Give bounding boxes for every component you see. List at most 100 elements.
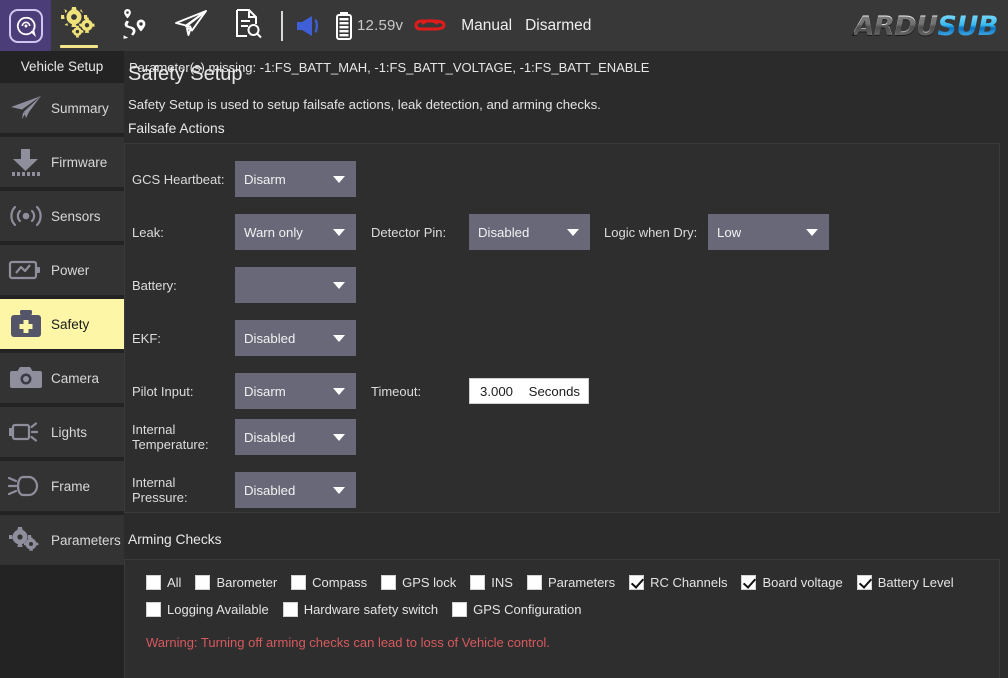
arming-check-rc-channels[interactable]: RC Channels (629, 575, 727, 590)
sidebar-item-frame[interactable]: Frame (0, 461, 124, 511)
toolbar-button-vehicle-setup[interactable] (51, 0, 107, 51)
timeout-value: 3.000 (480, 384, 513, 399)
logic-when-dry-label: Logic when Dry: (604, 225, 708, 240)
gcs-heartbeat-label: GCS Heartbeat: (132, 172, 235, 187)
arming-check-label: RC Channels (650, 575, 727, 590)
arming-check-gps-configuration[interactable]: GPS Configuration (452, 602, 581, 617)
arming-check-battery-level[interactable]: Battery Level (857, 575, 954, 590)
sidebar-item-power[interactable]: Power (0, 245, 124, 295)
checkbox-unchecked-icon[interactable] (381, 575, 396, 590)
arm-state-label[interactable]: Disarmed (525, 17, 591, 35)
arming-check-logging-available[interactable]: Logging Available (146, 602, 269, 617)
sidebar-item-summary[interactable]: Summary (0, 83, 124, 133)
toolbar-button-analyze[interactable] (219, 0, 275, 51)
row-ekf: EKF: Disabled (132, 320, 356, 356)
pilot-input-dropdown[interactable]: Disarm (235, 373, 356, 409)
battery-icon (8, 253, 44, 287)
checkbox-unchecked-icon[interactable] (146, 575, 161, 590)
internal-temperature-dropdown[interactable]: Disabled (235, 419, 356, 455)
chevron-down-icon (333, 335, 345, 342)
light-icon (8, 415, 44, 449)
pilot-input-value: Disarm (235, 384, 286, 399)
gcs-heartbeat-value: Disarm (235, 172, 286, 187)
paper-plane-icon (173, 8, 209, 43)
arming-check-parameters[interactable]: Parameters (527, 575, 615, 590)
vehicle-icon[interactable] (413, 14, 447, 38)
arming-check-label: GPS lock (402, 575, 456, 590)
arming-check-barometer[interactable]: Barometer (195, 575, 277, 590)
timeout-label: Timeout: (371, 384, 469, 399)
internal-temperature-label: Internal Temperature: (132, 422, 235, 452)
content-area: Parameter(s) missing: -1:FS_BATT_MAH, -1… (124, 51, 1008, 678)
checkbox-checked-icon[interactable] (629, 575, 644, 590)
arming-check-gps-lock[interactable]: GPS lock (381, 575, 456, 590)
analyze-document-icon (231, 7, 263, 44)
checkbox-unchecked-icon[interactable] (470, 575, 485, 590)
detector-pin-dropdown[interactable]: Disabled (469, 214, 590, 250)
failsafe-section-label: Failsafe Actions (128, 121, 225, 136)
checkbox-unchecked-icon[interactable] (195, 575, 210, 590)
gears-icon (8, 523, 44, 557)
gcs-heartbeat-dropdown[interactable]: Disarm (235, 161, 356, 197)
arming-check-all[interactable]: All (146, 575, 181, 590)
internal-pressure-label: Internal Pressure: (132, 475, 235, 505)
checkbox-unchecked-icon[interactable] (146, 602, 161, 617)
leak-dropdown[interactable]: Warn only (235, 214, 356, 250)
ekf-label: EKF: (132, 331, 235, 346)
flight-mode-label[interactable]: Manual (461, 17, 512, 35)
toolbar-button-fly[interactable] (163, 0, 219, 51)
paper-plane-icon (8, 91, 44, 125)
timeout-input[interactable]: 3.000 Seconds (469, 378, 589, 404)
arming-check-compass[interactable]: Compass (291, 575, 367, 590)
arming-check-board-voltage[interactable]: Board voltage (741, 575, 842, 590)
battery-voltage-value: 12.59v (357, 17, 403, 34)
arming-check-ins[interactable]: INS (470, 575, 513, 590)
battery-icon[interactable] (335, 11, 353, 41)
plan-route-icon (118, 7, 152, 44)
toolbar-status-group: 12.59v Manual Disarmed (293, 0, 591, 51)
top-toolbar: 12.59v Manual Disarmed ARDUSUB (0, 0, 1008, 51)
detector-pin-label: Detector Pin: (371, 225, 469, 240)
sidebar-item-firmware[interactable]: Firmware (0, 137, 124, 187)
logic-when-dry-dropdown[interactable]: Low (708, 214, 829, 250)
row-leak: Leak: Warn only Detector Pin: Disabled L… (132, 214, 829, 250)
checkbox-unchecked-icon[interactable] (291, 575, 306, 590)
first-aid-icon (8, 307, 44, 341)
sidebar-item-lights[interactable]: Lights (0, 407, 124, 457)
internal-temperature-label-line1: Internal (132, 422, 175, 437)
row-gcs-heartbeat: GCS Heartbeat: Disarm (132, 161, 356, 197)
arming-check-hardware-safety-switch[interactable]: Hardware safety switch (283, 602, 438, 617)
download-icon (8, 145, 44, 179)
checkbox-unchecked-icon[interactable] (527, 575, 542, 590)
sidebar-item-parameters[interactable]: Parameters (0, 515, 124, 565)
checkbox-unchecked-icon[interactable] (452, 602, 467, 617)
internal-pressure-dropdown[interactable]: Disabled (235, 472, 356, 508)
sidebar-item-camera[interactable]: Camera (0, 353, 124, 403)
ekf-dropdown[interactable]: Disabled (235, 320, 356, 356)
arming-check-label: INS (491, 575, 513, 590)
chevron-down-icon (333, 176, 345, 183)
checkbox-unchecked-icon[interactable] (283, 602, 298, 617)
megaphone-icon[interactable] (293, 13, 325, 39)
sidebar-item-safety[interactable]: Safety (0, 299, 124, 349)
arming-check-label: Board voltage (762, 575, 842, 590)
page-title: Safety Setup (128, 63, 243, 86)
arming-check-label: Hardware safety switch (304, 602, 438, 617)
arming-checks-row-1: All Barometer Compass GPS lock INS Parameters… (146, 575, 968, 590)
sidebar-item-label: Frame (51, 479, 90, 494)
sidebar-item-label: Safety (51, 317, 89, 332)
vehicle-setup-sidebar: Vehicle Setup Summary Firmware Sensors P… (0, 51, 124, 678)
battery-dropdown[interactable] (235, 267, 356, 303)
internal-pressure-value: Disabled (235, 483, 295, 498)
checkbox-checked-icon[interactable] (857, 575, 872, 590)
page-subtitle: Safety Setup is used to setup failsafe a… (128, 97, 601, 112)
row-internal-temperature: Internal Temperature: Disabled (132, 419, 356, 455)
chevron-down-icon (333, 434, 345, 441)
toolbar-button-plan[interactable] (107, 0, 163, 51)
arming-check-label: Compass (312, 575, 367, 590)
arming-checks-section-label: Arming Checks (128, 532, 222, 547)
sidebar-item-sensors[interactable]: Sensors (0, 191, 124, 241)
checkbox-checked-icon[interactable] (741, 575, 756, 590)
arming-check-label: GPS Configuration (473, 602, 581, 617)
qgroundcontrol-app-button[interactable] (0, 0, 51, 51)
